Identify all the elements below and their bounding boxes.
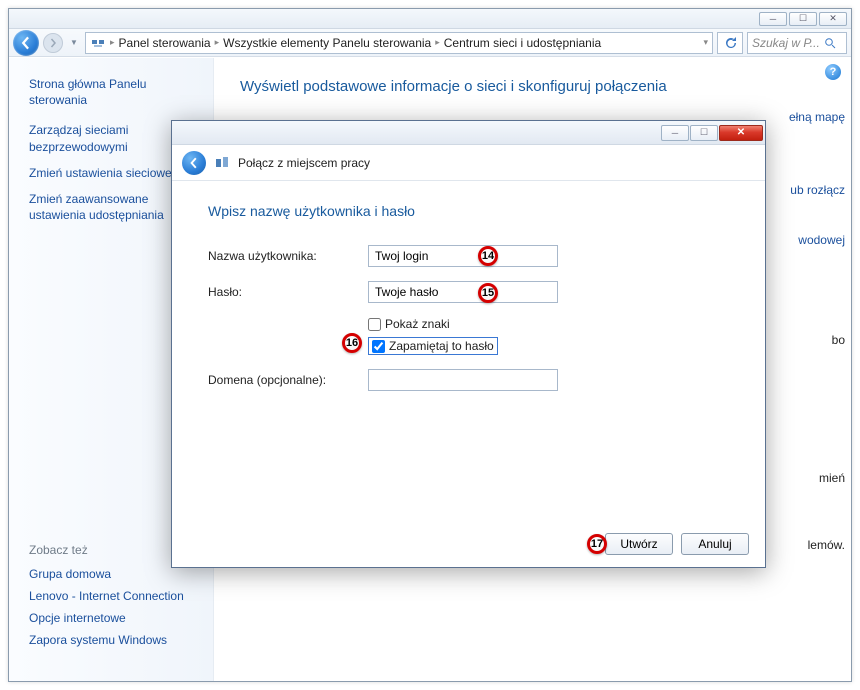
text-fragment-problems: lemów. (808, 538, 845, 552)
nav-history-dropdown[interactable]: ▼ (67, 38, 81, 47)
chevron-right-icon: ▸ (435, 37, 440, 48)
search-placeholder: Szukaj w P... (752, 36, 820, 50)
remember-password-label: Zapamiętaj to hasło (389, 339, 494, 353)
password-input[interactable] (368, 281, 558, 303)
annotation-17: 17 (587, 534, 607, 554)
text-fragment-change: mień (819, 471, 845, 485)
minimize-button[interactable]: ─ (759, 12, 787, 26)
chevron-right-icon: ▸ (110, 37, 115, 48)
sidebar-link-internet-options[interactable]: Opcje internetowe (29, 611, 197, 625)
address-dropdown-icon[interactable]: ▾ (703, 37, 708, 48)
connect-workplace-dialog: ─ ☐ ✕ Połącz z miejscem pracy Wpisz nazw… (171, 120, 766, 568)
cancel-button[interactable]: Anuluj (681, 533, 749, 555)
link-fragment-disconnect[interactable]: ub rozłącz (790, 183, 845, 197)
page-title: Wyświetl podstawowe informacje o sieci i… (240, 78, 825, 95)
sidebar-link-homegroup[interactable]: Grupa domowa (29, 567, 197, 581)
crumb-network-center[interactable]: Centrum sieci i udostępniania (444, 36, 601, 50)
dialog-header: Połącz z miejscem pracy (172, 145, 765, 181)
link-fragment-map[interactable]: ełną mapę (789, 110, 845, 124)
create-button[interactable]: Utwórz (605, 533, 673, 555)
password-label: Hasło: (208, 285, 368, 299)
link-fragment-wireless[interactable]: wodowej (798, 233, 845, 247)
chevron-right-icon: ▸ (215, 37, 220, 48)
address-bar-row: ▼ ▸ Panel sterowania ▸ Wszystkie element… (9, 29, 851, 57)
dialog-titlebar: ─ ☐ ✕ (172, 121, 765, 145)
username-label: Nazwa użytkownika: (208, 249, 368, 263)
sidebar-link-lenovo[interactable]: Lenovo - Internet Connection (29, 589, 197, 603)
outer-titlebar: ─ ☐ ✕ (9, 9, 851, 29)
dialog-body: Wpisz nazwę użytkownika i hasło Nazwa uż… (172, 181, 765, 415)
sidebar-home-link[interactable]: Strona główna Panelu sterowania (29, 76, 197, 108)
search-icon (824, 37, 836, 49)
nav-back-button[interactable] (13, 30, 39, 56)
help-icon[interactable]: ? (825, 64, 841, 80)
username-input[interactable] (368, 245, 558, 267)
dialog-back-button[interactable] (182, 151, 206, 175)
search-input[interactable]: Szukaj w P... (747, 32, 847, 54)
dialog-footer: Utwórz Anuluj (605, 533, 749, 555)
maximize-button[interactable]: ☐ (789, 12, 817, 26)
nav-forward-button[interactable] (43, 33, 63, 53)
crumb-control-panel[interactable]: Panel sterowania (119, 36, 211, 50)
address-bar[interactable]: ▸ Panel sterowania ▸ Wszystkie elementy … (85, 32, 713, 54)
refresh-button[interactable] (717, 32, 743, 54)
network-icon (90, 35, 106, 51)
dialog-heading: Wpisz nazwę użytkownika i hasło (208, 203, 729, 219)
crumb-all-items[interactable]: Wszystkie elementy Panelu sterowania (223, 36, 431, 50)
workplace-icon (214, 155, 230, 171)
close-button[interactable]: ✕ (819, 12, 847, 26)
sidebar-link-firewall[interactable]: Zapora systemu Windows (29, 633, 197, 647)
remember-password-checkbox[interactable] (372, 340, 385, 353)
text-fragment-or: bo (832, 333, 845, 347)
domain-label: Domena (opcjonalne): (208, 373, 368, 387)
dialog-minimize-button[interactable]: ─ (661, 125, 689, 141)
dialog-title: Połącz z miejscem pracy (238, 156, 370, 170)
show-chars-checkbox[interactable] (368, 318, 381, 331)
dialog-maximize-button[interactable]: ☐ (690, 125, 718, 141)
domain-input[interactable] (368, 369, 558, 391)
show-chars-label: Pokaż znaki (385, 317, 450, 331)
dialog-close-button[interactable]: ✕ (719, 125, 763, 141)
